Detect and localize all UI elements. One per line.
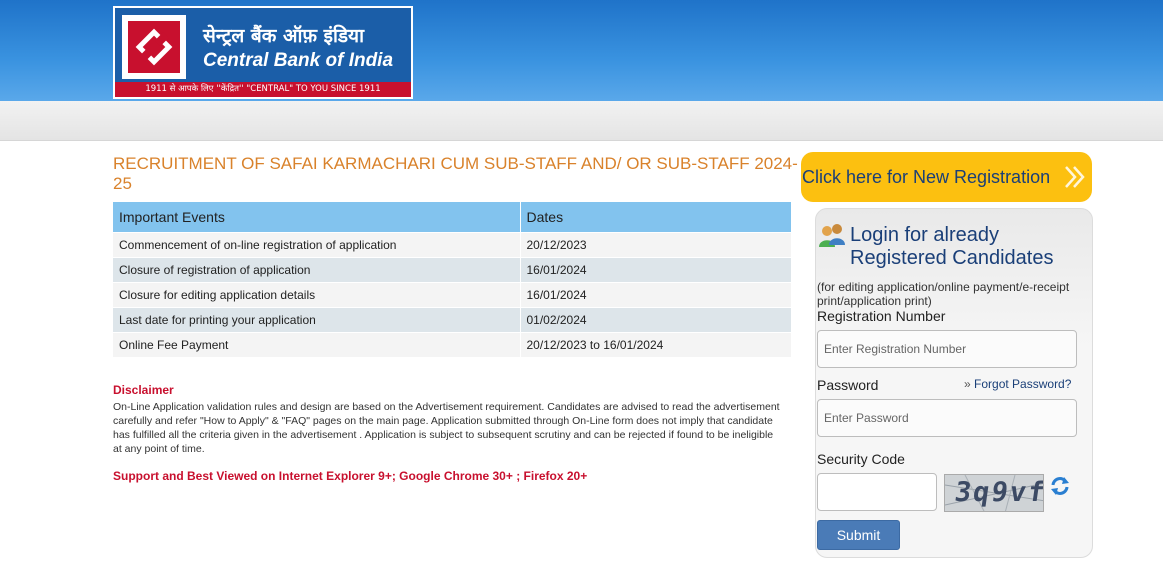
new-registration-label: Click here for New Registration — [802, 167, 1051, 187]
table-header-row: Important Events Dates — [113, 202, 792, 232]
event-date: 16/01/2024 — [520, 281, 792, 307]
logo-english-text: Central Bank of India — [203, 50, 394, 71]
browser-support-note: Support and Best Viewed on Internet Expl… — [113, 469, 588, 483]
table-row: Closure of registration of application 1… — [113, 256, 792, 282]
users-icon — [818, 223, 846, 254]
security-code-label: Security Code — [817, 451, 905, 467]
security-code-input[interactable] — [817, 473, 937, 511]
event-date: 20/12/2023 — [520, 231, 792, 257]
disclaimer-title: Disclaimer — [113, 383, 174, 397]
event-date: 20/12/2023 to 16/01/2024 — [520, 331, 792, 357]
nav-band — [0, 101, 1163, 141]
refresh-icon[interactable] — [1049, 475, 1071, 502]
password-label: Password — [817, 377, 879, 393]
disclaimer-text: On-Line Application validation rules and… — [113, 401, 780, 455]
page-title: RECRUITMENT OF SAFAI KARMACHARI CUM SUB-… — [113, 154, 798, 193]
event-name: Closure for editing application details — [113, 281, 521, 307]
event-date: 16/01/2024 — [520, 256, 792, 282]
event-name: Closure of registration of application — [113, 256, 521, 282]
logo-tagline: 1911 से आपके लिए ''केंद्रित'' "CENTRAL" … — [115, 82, 411, 97]
event-name: Online Fee Payment — [113, 331, 521, 357]
table-row: Commencement of on-line registration of … — [113, 231, 792, 257]
captcha-image: 3q9vf — [944, 474, 1044, 512]
event-name: Commencement of on-line registration of … — [113, 231, 521, 257]
column-header-dates: Dates — [520, 202, 792, 232]
double-chevron-icon: » — [964, 377, 971, 391]
login-subtitle: (for editing application/online payment/… — [817, 280, 1070, 308]
table-row: Last date for printing your application … — [113, 306, 792, 332]
captcha-text: 3q9vf — [952, 477, 1044, 508]
registration-number-input[interactable] — [817, 330, 1077, 368]
new-registration-button[interactable]: Click here for New Registration — [801, 152, 1092, 202]
table-row: Closure for editing application details … — [113, 281, 792, 307]
event-name: Last date for printing your application — [113, 306, 521, 332]
logo-hindi-text: सेन्ट्रल बैंक ऑफ़ इंडिया — [203, 25, 364, 47]
column-header-events: Important Events — [113, 202, 521, 232]
events-table: Important Events Dates Commencement of o… — [113, 202, 792, 357]
bank-logo: सेन्ट्रल बैंक ऑफ़ इंडिया Central Bank of… — [113, 6, 413, 99]
bank-logo-icon — [122, 15, 186, 79]
login-title: Login for already Registered Candidates — [850, 224, 1054, 269]
event-date: 01/02/2024 — [520, 306, 792, 332]
submit-button[interactable]: Submit — [817, 520, 900, 550]
registration-number-label: Registration Number — [817, 308, 946, 324]
password-input[interactable] — [817, 399, 1077, 437]
forgot-password-link[interactable]: » Forgot Password? — [964, 377, 1071, 391]
table-row: Online Fee Payment 20/12/2023 to 16/01/2… — [113, 331, 792, 357]
chevron-double-right-icon — [1064, 165, 1086, 192]
forgot-password-label: Forgot Password? — [974, 377, 1072, 391]
